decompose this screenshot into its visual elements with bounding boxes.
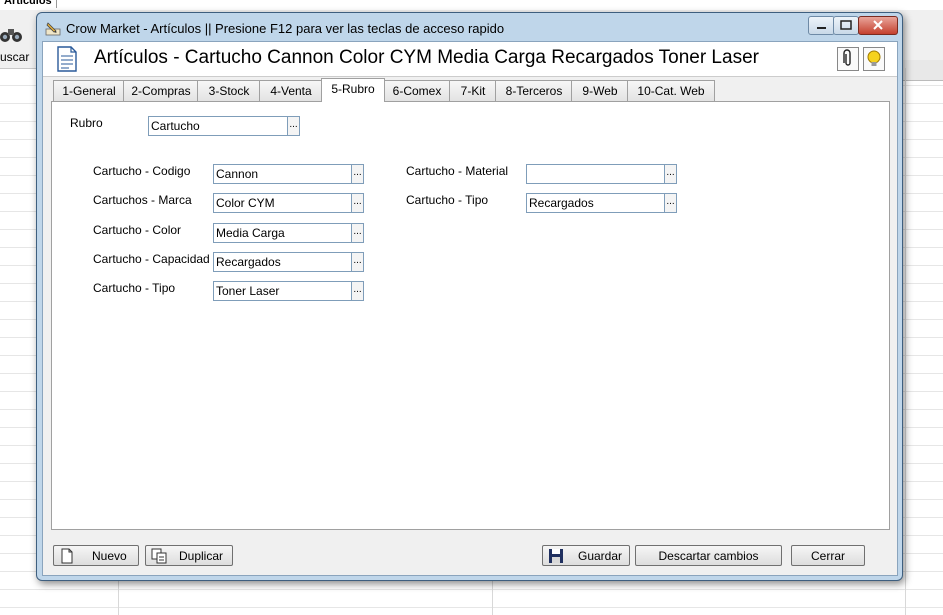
tipo-2-lookup-button[interactable]: ... (664, 193, 677, 213)
material-label: Cartucho - Material (406, 164, 509, 178)
articulos-window: Crow Market - Artículos || Presione F12 … (36, 12, 903, 581)
tab-label: 9-Web (582, 84, 618, 98)
document-icon (57, 46, 77, 72)
window-titlebar[interactable]: Crow Market - Artículos || Presione F12 … (37, 13, 902, 41)
capacidad-input[interactable]: Recargados (213, 252, 352, 272)
tab-label: 7-Kit (460, 84, 486, 98)
tab-label: 2-Compras (131, 84, 191, 98)
rubro-label: Rubro (70, 116, 103, 130)
material-lookup-button[interactable]: ... (664, 164, 677, 184)
rubro-lookup-button[interactable]: ... (287, 116, 300, 136)
rubro-field: Cartucho ... (148, 116, 301, 136)
pencil-app-icon (45, 22, 61, 36)
tab-terceros[interactable]: 8-Terceros (495, 80, 573, 101)
tipo-field: Toner Laser ... (213, 281, 365, 301)
tab-kit[interactable]: 7-Kit (449, 80, 497, 101)
capacidad-field: Recargados ... (213, 252, 365, 272)
color-label: Cartucho - Color (93, 223, 182, 237)
cerrar-button[interactable]: Cerrar (791, 545, 865, 566)
rubro-input[interactable]: Cartucho (148, 116, 288, 136)
save-disk-icon (549, 549, 563, 563)
tipo-2-label: Cartucho - Tipo (406, 193, 489, 207)
capacidad-label: Cartucho - Capacidad (93, 252, 210, 266)
capacidad-lookup-button[interactable]: ... (351, 252, 364, 272)
color-lookup-button[interactable]: ... (351, 223, 364, 243)
tab-general[interactable]: 1-General (53, 80, 125, 101)
window-title: Crow Market - Artículos || Presione F12 … (66, 21, 505, 36)
background-grid-column (905, 68, 906, 615)
nuevo-label: Nuevo (92, 549, 127, 563)
tipo-label: Cartucho - Tipo (93, 281, 176, 295)
color-input[interactable]: Media Carga (213, 223, 352, 243)
color-field: Media Carga ... (213, 223, 365, 243)
tab-stock[interactable]: 3-Stock (197, 80, 261, 101)
minimize-icon (817, 27, 826, 29)
tab-web[interactable]: 9-Web (571, 80, 629, 101)
marca-input[interactable]: Color CYM (213, 193, 352, 213)
tab-cat-web[interactable]: 10-Cat. Web (627, 80, 715, 101)
background-articulos-tab[interactable]: Articulos (0, 0, 57, 8)
marca-label: Cartuchos - Marca (93, 193, 192, 207)
codigo-field: Cannon ... (213, 164, 365, 184)
cerrar-label: Cerrar (810, 549, 845, 563)
attachment-button[interactable] (837, 47, 859, 71)
duplicar-button[interactable]: Duplicar (145, 545, 233, 566)
duplicate-icon (151, 548, 167, 564)
maximize-icon (840, 20, 852, 30)
tips-button[interactable] (863, 47, 885, 71)
codigo-label: Cartucho - Codigo (93, 164, 191, 178)
tab-label: 10-Cat. Web (637, 84, 705, 98)
minimize-button[interactable] (808, 16, 835, 35)
tipo-2-input[interactable]: Recargados (526, 193, 665, 213)
tab-rubro[interactable]: 5-Rubro (321, 78, 385, 102)
nuevo-button[interactable]: Nuevo (53, 545, 139, 566)
rubro-panel: Rubro Cartucho ... Cartucho - Codigo Can… (51, 101, 890, 530)
tab-label: 3-Stock (208, 84, 250, 98)
marca-lookup-button[interactable]: ... (351, 193, 364, 213)
lightbulb-icon (867, 50, 881, 66)
background-app-titlebar: Articulos (0, 0, 943, 10)
tipo-input[interactable]: Toner Laser (213, 281, 352, 301)
window-client-area: Artículos - Cartucho Cannon Color CYM Me… (42, 41, 898, 576)
descartar-cambios-button[interactable]: Descartar cambios (635, 545, 782, 566)
tab-label: 4-Venta (270, 84, 312, 98)
close-icon (873, 20, 883, 30)
codigo-input[interactable]: Cannon (213, 164, 352, 184)
guardar-button[interactable]: Guardar (542, 545, 630, 566)
duplicar-label: Duplicar (179, 549, 224, 563)
record-header: Artículos - Cartucho Cannon Color CYM Me… (43, 42, 897, 77)
binoculars-icon[interactable] (0, 24, 22, 44)
record-title: Artículos - Cartucho Cannon Color CYM Me… (94, 47, 759, 68)
codigo-lookup-button[interactable]: ... (351, 164, 364, 184)
tipo-lookup-button[interactable]: ... (351, 281, 364, 301)
background-buscar-label[interactable]: uscar (0, 50, 29, 64)
tab-compras[interactable]: 2-Compras (123, 80, 199, 101)
material-field: ... (526, 164, 678, 184)
tab-label: 8-Terceros (505, 84, 563, 98)
tab-label: 1-General (62, 84, 116, 98)
tab-label: 5-Rubro (331, 82, 375, 96)
tab-venta[interactable]: 4-Venta (259, 80, 323, 101)
tipo-2-field: Recargados ... (526, 193, 678, 213)
close-button[interactable] (858, 16, 898, 35)
new-document-icon (61, 548, 73, 564)
paperclip-icon (843, 49, 851, 66)
tab-label: 6-Comex (392, 84, 442, 98)
tab-comex[interactable]: 6-Comex (383, 80, 451, 101)
descartar-cambios-label: Descartar cambios (658, 549, 759, 563)
marca-field: Color CYM ... (213, 193, 365, 213)
maximize-button[interactable] (833, 16, 859, 35)
guardar-label: Guardar (578, 549, 623, 563)
material-input[interactable] (526, 164, 665, 184)
